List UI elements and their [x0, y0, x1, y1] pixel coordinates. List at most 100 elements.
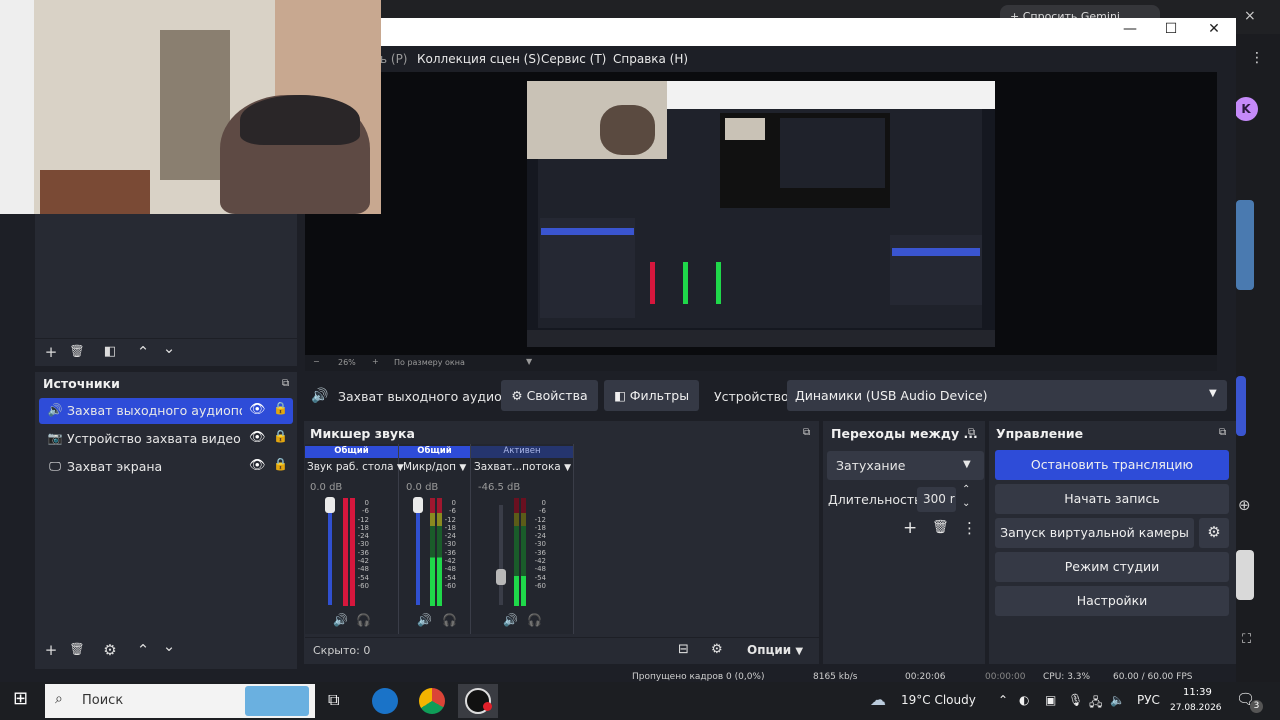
volume-fader[interactable] — [499, 505, 503, 605]
browser-avatar[interactable]: K — [1234, 97, 1258, 121]
volume-fader-knob[interactable] — [325, 497, 335, 513]
scene-down-icon[interactable]: ⌄ — [159, 339, 179, 357]
tray-app-icon[interactable]: ◐ — [1019, 693, 1029, 707]
source-settings-icon[interactable]: ⚙ — [100, 641, 120, 659]
visibility-eye-icon[interactable]: 👁 — [249, 402, 266, 417]
visibility-eye-icon[interactable]: 👁 — [249, 430, 266, 445]
windows-start-icon[interactable]: ⊞ — [13, 688, 28, 709]
close-button[interactable]: ✕ — [1199, 21, 1229, 37]
source-up-icon[interactable]: ⌃ — [133, 641, 153, 659]
delete-source-icon[interactable]: 🗑 — [67, 642, 87, 656]
options-label: Опции — [747, 643, 792, 657]
volume-icon[interactable]: 🔈 — [1110, 693, 1125, 707]
language-indicator[interactable]: РУС — [1137, 693, 1160, 707]
volume-fader-knob[interactable] — [496, 568, 506, 585]
weather[interactable]: 19°C Cloudy — [901, 693, 976, 707]
delete-transition-icon[interactable]: 🗑 — [932, 520, 949, 535]
volume-fader[interactable] — [416, 505, 420, 605]
meter-tick: -30 — [444, 540, 456, 549]
add-transition-icon[interactable]: + — [903, 518, 917, 538]
studio-mode-button[interactable]: Режим студии — [995, 552, 1229, 582]
fullscreen-icon[interactable]: ⛶ — [1242, 632, 1251, 647]
speaker-icon[interactable]: 🔊 — [503, 613, 518, 627]
delete-scene-icon[interactable]: 🗑 — [67, 344, 87, 358]
dock-float-icon[interactable]: ⧉ — [282, 378, 289, 389]
add-scene-icon[interactable]: + — [41, 343, 61, 361]
preview-nested-webcam-small — [725, 118, 765, 140]
channel-name[interactable]: Микр/доп ▼ — [403, 461, 466, 473]
options-button[interactable]: Опции ▼ — [747, 643, 803, 657]
maximize-button[interactable]: ☐ — [1156, 21, 1186, 37]
zoom-mode[interactable]: По размеру окна — [394, 358, 465, 367]
taskbar-search[interactable]: ⌕ Поиск — [45, 684, 315, 718]
headphones-icon[interactable]: 🎧 — [442, 613, 457, 627]
transition-select[interactable]: Затухание ▼ — [827, 451, 984, 480]
tray-meet-icon[interactable]: ▣ — [1045, 693, 1056, 707]
advanced-audio-icon[interactable]: ⚙ — [711, 642, 723, 657]
source-item-audio-capture[interactable]: 🔊 Захват выходного аудиопото 👁 🔒 — [39, 398, 293, 424]
volume-fader[interactable] — [328, 505, 332, 605]
layout-icon[interactable]: ⊟ — [678, 642, 689, 657]
cpu-usage: CPU: 3.3% — [1043, 672, 1091, 682]
spin-down-icon[interactable]: ⌄ — [962, 498, 970, 509]
scene-filter-icon[interactable]: ◧ — [100, 344, 120, 359]
source-down-icon[interactable]: ⌄ — [159, 637, 179, 655]
spin-up-icon[interactable]: ⌃ — [962, 484, 970, 495]
network-icon[interactable]: 🖧 — [1089, 693, 1102, 714]
zoom-out-button[interactable]: − — [313, 357, 320, 366]
transition-menu-icon[interactable]: ⋮ — [962, 519, 977, 537]
speaker-icon[interactable]: 🔊 — [417, 613, 432, 627]
browser-menu-icon[interactable]: ⋮ — [1250, 50, 1264, 66]
menu-help[interactable]: Справка (H) — [613, 52, 688, 66]
plus-circle-icon[interactable]: ⊕ — [1238, 496, 1251, 514]
add-source-icon[interactable]: + — [41, 641, 61, 659]
minimize-button[interactable]: — — [1115, 21, 1145, 37]
tray-chevron-icon[interactable]: ⌃ — [998, 693, 1008, 707]
zoom-in-button[interactable]: + — [372, 357, 379, 366]
meter-tick: -36 — [357, 548, 369, 557]
start-virtual-camera-button[interactable]: Запуск виртуальной камеры — [995, 518, 1194, 548]
source-item-screen-capture[interactable]: 🖵 Захват экрана 👁 🔒 — [39, 454, 293, 480]
meter-tick: -60 — [444, 581, 456, 590]
chrome-icon[interactable] — [419, 688, 445, 714]
clock-time[interactable]: 11:39 — [1183, 687, 1212, 698]
preview-nested-taskbar — [527, 330, 995, 347]
edge-icon[interactable] — [372, 688, 398, 714]
meter-tick: -42 — [534, 557, 546, 566]
filters-button[interactable]: ◧ Фильтры — [604, 380, 699, 411]
headphones-icon[interactable]: 🎧 — [527, 613, 542, 627]
virtual-camera-settings-icon[interactable]: ⚙ — [1199, 518, 1229, 548]
microphone-icon[interactable]: 🎙 — [1068, 693, 1083, 707]
lock-icon[interactable]: 🔒 — [273, 429, 288, 443]
bitrate: 8165 kb/s — [813, 672, 858, 682]
scene-up-icon[interactable]: ⌃ — [133, 343, 153, 361]
source-item-video-device[interactable]: 📷 Устройство захвата видео 👁 🔒 — [39, 426, 293, 452]
channel-name[interactable]: Звук раб. стола ▼ — [307, 461, 404, 473]
lock-icon[interactable]: 🔒 — [273, 401, 288, 415]
menu-item-partial[interactable]: ь (P) — [380, 52, 408, 66]
visibility-eye-icon[interactable]: 👁 — [249, 458, 266, 473]
task-view-icon[interactable]: ⧉ — [328, 690, 339, 710]
device-select[interactable]: Динамики (USB Audio Device) ▼ — [787, 380, 1227, 411]
menu-tools[interactable]: Сервис (T) — [541, 52, 606, 66]
menu-scene-collection[interactable]: Коллекция сцен (S) — [417, 52, 541, 66]
lock-icon[interactable]: 🔒 — [273, 457, 288, 471]
start-recording-button[interactable]: Начать запись — [995, 484, 1229, 514]
clock-date[interactable]: 27.08.2026 — [1170, 703, 1222, 713]
headphones-icon[interactable]: 🎧 — [356, 613, 371, 627]
speaker-icon[interactable]: 🔊 — [333, 613, 348, 627]
zoom-mode-caret-icon[interactable]: ▼ — [526, 357, 532, 366]
meter-tick: -18 — [357, 523, 369, 532]
settings-button[interactable]: Настройки — [995, 586, 1229, 616]
channel-name[interactable]: Захват...потока ▼ — [474, 461, 571, 473]
dock-float-icon[interactable]: ⧉ — [1219, 427, 1226, 438]
duration-input[interactable]: 300 r — [917, 487, 956, 512]
stop-stream-button[interactable]: Остановить трансляцию — [995, 450, 1229, 480]
filters-label: Фильтры — [629, 388, 690, 403]
properties-button[interactable]: ⚙ Свойства — [501, 380, 598, 411]
dock-float-icon[interactable]: ⧉ — [803, 427, 810, 438]
browser-close-icon[interactable]: × — [1244, 8, 1256, 24]
dock-float-icon[interactable]: ⧉ — [968, 427, 975, 438]
preview-nested-obs-small — [780, 118, 885, 188]
volume-fader-knob[interactable] — [413, 497, 423, 513]
